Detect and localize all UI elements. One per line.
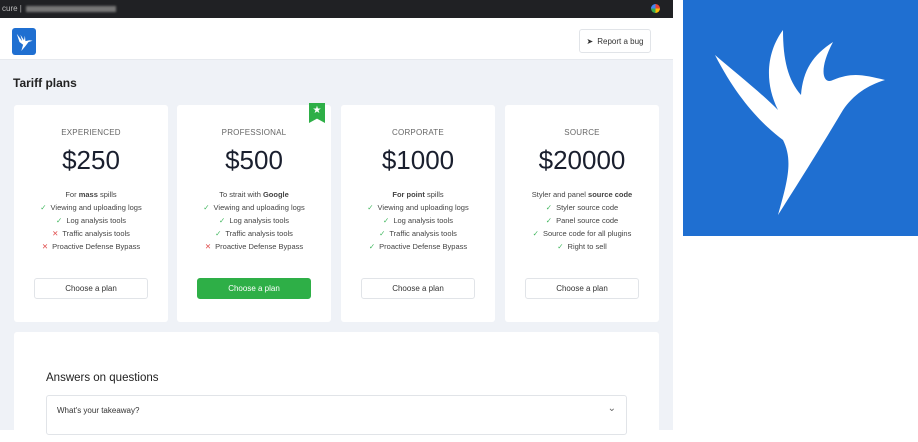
feature-label: Source code for all plugins — [542, 229, 632, 238]
check-icon: ✓ — [367, 203, 374, 212]
desc-pre: Styler and panel — [531, 190, 589, 199]
feature-label: Proactive Defense Bypass — [52, 242, 141, 251]
check-icon: ✓ — [545, 216, 553, 225]
feature-item: ✓ Traffic analysis tools — [341, 229, 495, 238]
feature-label: Viewing and uploading logs — [377, 203, 469, 212]
feature-label: Log analysis tools — [229, 216, 289, 225]
plan-description: For mass spills — [14, 190, 168, 199]
faq-item[interactable]: What's your takeaway? ⌄ — [46, 395, 627, 435]
plan-description: To strait with Google — [177, 190, 331, 199]
choose-plan-button[interactable]: Choose a plan — [525, 278, 639, 299]
cross-icon: ✕ — [41, 242, 49, 251]
cross-icon: ✕ — [52, 229, 59, 238]
feature-item: ✓ Styler source code — [505, 203, 659, 212]
plan-tier: SOURCE — [564, 128, 600, 137]
faq-section: Answers on questions What's your takeawa… — [14, 332, 659, 442]
plan-price: $500 — [225, 145, 283, 175]
choose-plan-button[interactable]: Choose a plan — [197, 278, 311, 299]
desc-pre: For — [65, 190, 79, 199]
page: ➤ Report a bug Tariff plans EXPERIENCED $2… — [0, 18, 673, 442]
brand-logo — [683, 0, 918, 236]
desc-post: spills — [424, 190, 444, 199]
check-icon: ✓ — [557, 242, 564, 251]
feature-label: Traffic analysis tools — [225, 229, 293, 238]
plan-card-source: SOURCE $20000 Styler and panel source code… — [505, 105, 659, 322]
check-icon: ✓ — [215, 229, 222, 238]
feature-label: Right to sell — [567, 242, 607, 251]
feature-item: ✕ Proactive Defense Bypass — [177, 242, 331, 251]
feature-item: ✓ Proactive Defense Bypass — [341, 242, 495, 251]
desc-bold: mass — [78, 190, 98, 199]
featured-star-icon: ★ — [309, 103, 325, 123]
header: ➤ Report a bug — [0, 18, 673, 60]
feature-item: ✓ Log analysis tools — [14, 216, 168, 225]
desc-post: spills — [97, 190, 117, 199]
feature-label: Styler source code — [556, 203, 619, 212]
feature-label: Proactive Defense Bypass — [215, 242, 304, 251]
plan-tier: CORPORATE — [392, 128, 444, 137]
feature-item: ✓ Viewing and uploading logs — [177, 203, 331, 212]
faq-question: What's your takeaway? — [57, 406, 140, 415]
check-icon: ✓ — [379, 229, 386, 238]
feature-item: ✓ Viewing and uploading logs — [341, 203, 495, 212]
feature-label: Traffic analysis tools — [62, 229, 130, 238]
feature-item: ✓ Log analysis tools — [341, 216, 495, 225]
plan-description: Styler and panel source code — [505, 190, 659, 199]
choose-plan-button[interactable]: Choose a plan — [361, 278, 475, 299]
plan-tier: PROFESSIONAL — [221, 128, 287, 137]
feature-label: Viewing and uploading logs — [213, 203, 305, 212]
check-icon: ✓ — [532, 229, 539, 238]
desc-bold: For point — [392, 190, 425, 199]
browser-bar: cure | — [0, 0, 673, 18]
check-icon: ✓ — [545, 203, 553, 212]
feature-item: ✓ Traffic analysis tools — [177, 229, 331, 238]
feature-item: ✕ Proactive Defense Bypass — [14, 242, 168, 251]
desc-bold: source code — [588, 190, 633, 199]
page-title: Tariff plans — [13, 76, 77, 90]
feature-label: Log analysis tools — [66, 216, 126, 225]
check-icon: ✓ — [383, 216, 390, 225]
feature-label: Viewing and uploading logs — [50, 203, 142, 212]
plan-price: $1000 — [381, 145, 455, 175]
plan-tier: EXPERIENCED — [61, 128, 121, 137]
url-blurred[interactable] — [25, 5, 116, 12]
check-icon: ✓ — [368, 242, 376, 251]
feature-label: Log analysis tools — [393, 216, 453, 225]
plan-card-professional: ★ PROFESSIONAL $500 To strait with Google ✓ V… — [177, 103, 331, 322]
url-prefix: cure | — [2, 4, 22, 13]
feature-item: ✓ Log analysis tools — [177, 216, 331, 225]
choose-plan-button[interactable]: Choose a plan — [34, 278, 148, 299]
feature-item: ✓ Panel source code — [505, 216, 659, 225]
plan-description: For point spills — [341, 190, 495, 199]
desc-bold: Google — [262, 190, 289, 199]
feature-item: ✓ Source code for all plugins — [505, 229, 659, 238]
plan-price: $250 — [62, 145, 120, 175]
feature-label: Proactive Defense Bypass — [379, 242, 468, 251]
plan-card-corporate: CORPORATE $1000 For point spills ✓ Viewing a… — [341, 105, 495, 322]
check-icon: ✓ — [219, 216, 226, 225]
report-bug-button[interactable]: ➤ Report a bug — [579, 29, 651, 53]
send-icon: ➤ — [586, 36, 594, 46]
check-icon: ✓ — [203, 203, 210, 212]
feature-item: ✓ Viewing and uploading logs — [14, 203, 168, 212]
logo-icon[interactable] — [12, 28, 36, 55]
faq-title: Answers on questions — [46, 372, 159, 384]
cross-icon: ✕ — [204, 242, 212, 251]
feature-item: ✓ Right to sell — [505, 242, 659, 251]
check-icon: ✓ — [56, 216, 63, 225]
chrome-icon — [651, 4, 660, 13]
feature-item: ✕ Traffic analysis tools — [14, 229, 168, 238]
plan-card-experienced: EXPERIENCED $250 For mass spills ✓ Viewing a… — [14, 105, 168, 322]
chevron-down-icon: ⌄ — [607, 403, 616, 414]
feature-label: Panel source code — [556, 216, 619, 225]
plan-price: $20000 — [538, 145, 626, 175]
feature-label: Traffic analysis tools — [389, 229, 457, 238]
desc-pre: To strait with — [219, 190, 263, 199]
check-icon: ✓ — [40, 203, 47, 212]
report-bug-label: Report a bug — [597, 36, 644, 46]
